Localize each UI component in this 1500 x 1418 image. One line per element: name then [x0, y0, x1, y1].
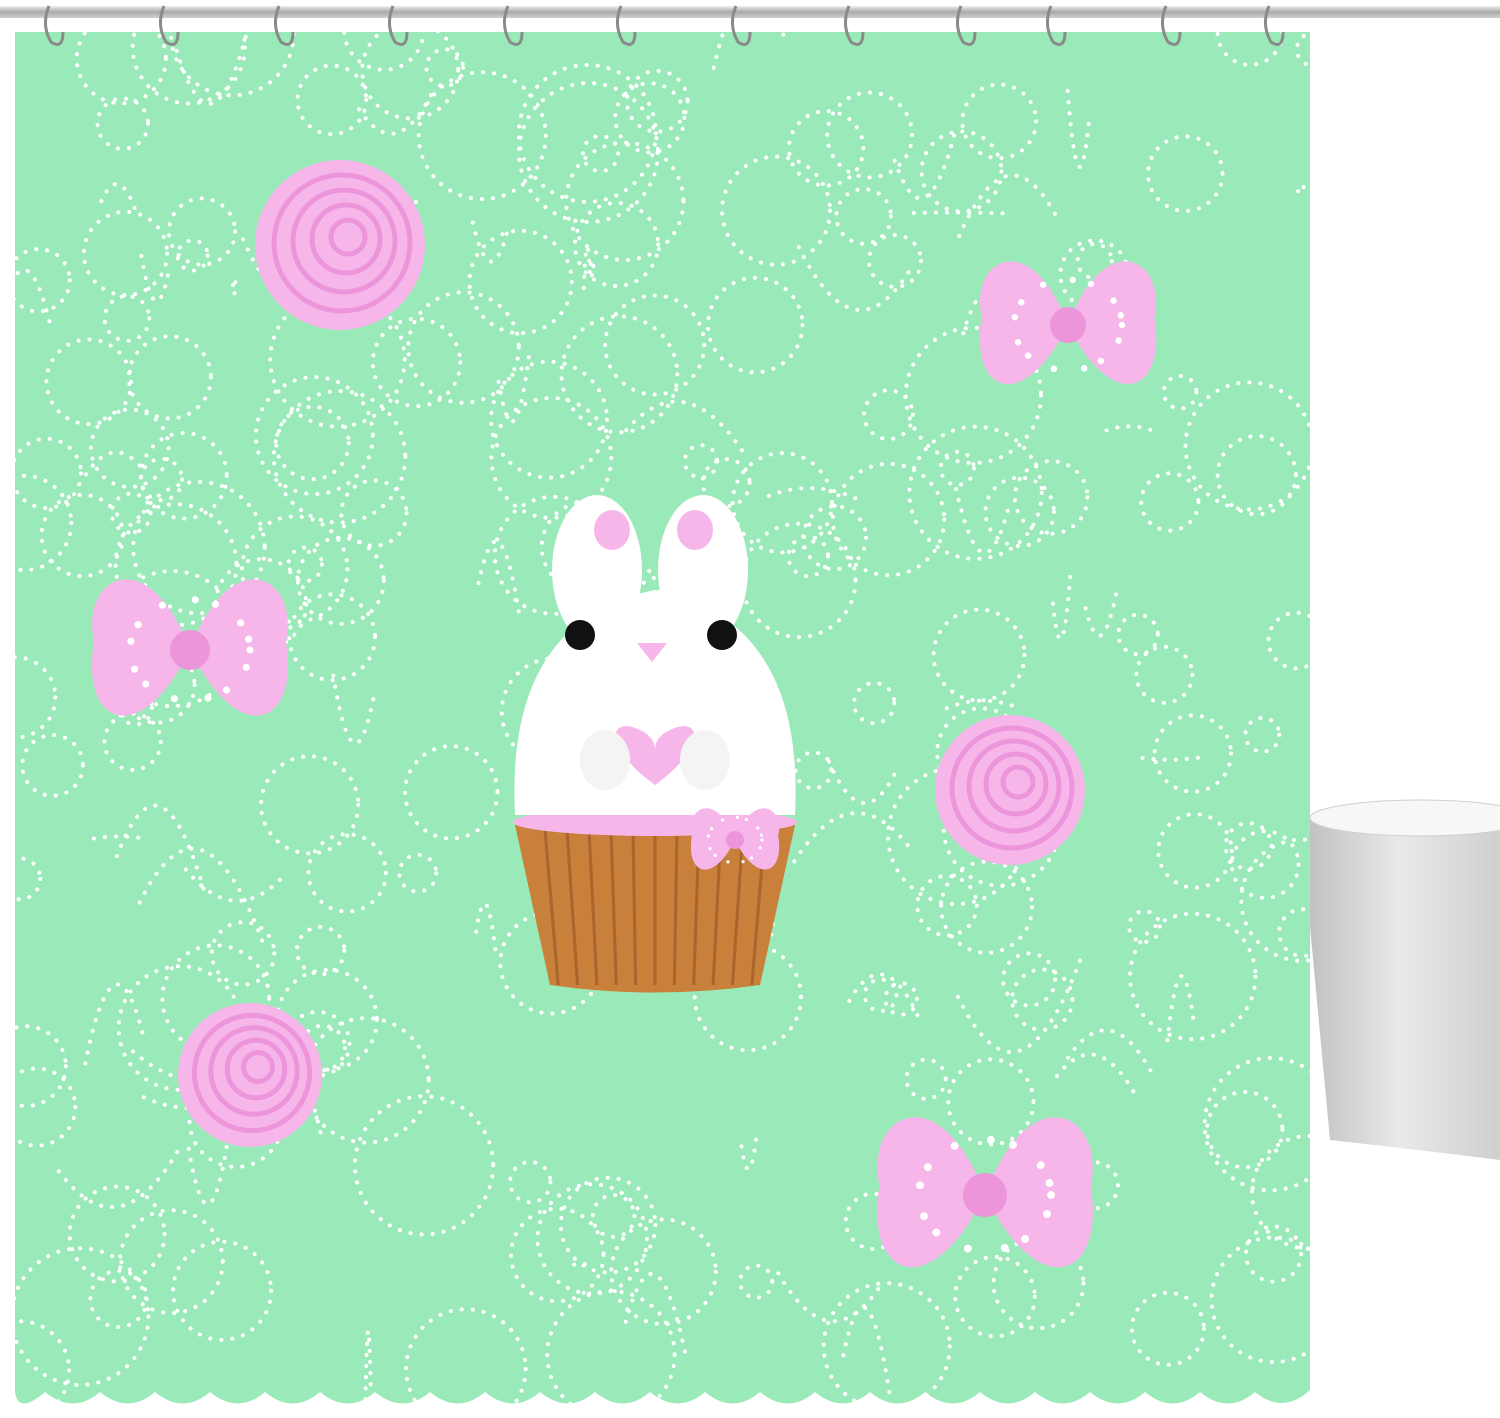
- bathtub: [1300, 799, 1500, 1160]
- rose-icon: [255, 160, 425, 330]
- bunny-eye: [707, 620, 737, 650]
- shower-curtain: [15, 32, 1310, 1404]
- product-scene: [0, 5, 1500, 1404]
- rose-icon: [178, 1003, 322, 1147]
- bunny-eye: [565, 620, 595, 650]
- curtain-rod: [0, 6, 1500, 18]
- rose-icon: [935, 715, 1085, 865]
